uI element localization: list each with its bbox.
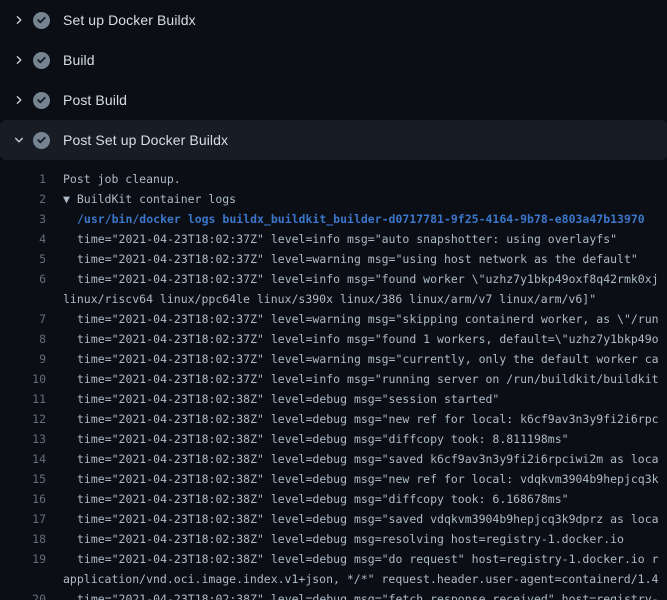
log-line: 10time="2021-04-23T18:02:37Z" level=info… — [0, 369, 667, 389]
log-line: linux/riscv64 linux/ppc64le linux/s390x … — [0, 289, 667, 309]
chevron-right-icon[interactable] — [10, 12, 28, 28]
log-line: 15time="2021-04-23T18:02:38Z" level=debu… — [0, 469, 667, 489]
log-text: application/vnd.oci.image.index.v1+json,… — [46, 569, 658, 589]
line-number[interactable]: 8 — [0, 329, 46, 349]
line-number[interactable]: 4 — [0, 229, 46, 249]
command-text: /usr/bin/docker logs buildx_buildkit_bui… — [46, 209, 645, 229]
log-text: linux/riscv64 linux/ppc64le linux/s390x … — [46, 289, 596, 309]
log-line: 13time="2021-04-23T18:02:38Z" level=debu… — [0, 429, 667, 449]
log-line: 1Post job cleanup. — [0, 169, 667, 189]
log-text: time="2021-04-23T18:02:38Z" level=debug … — [46, 509, 659, 529]
log-text: time="2021-04-23T18:02:37Z" level=warnin… — [46, 249, 638, 269]
line-number[interactable]: 15 — [0, 469, 46, 489]
log-line: 3/usr/bin/docker logs buildx_buildkit_bu… — [0, 209, 667, 229]
step-label: Post Set up Docker Buildx — [63, 132, 228, 148]
line-number[interactable]: 13 — [0, 429, 46, 449]
log-line: 4time="2021-04-23T18:02:37Z" level=info … — [0, 229, 667, 249]
log-line: 11time="2021-04-23T18:02:38Z" level=debu… — [0, 389, 667, 409]
log-line: 7time="2021-04-23T18:02:37Z" level=warni… — [0, 309, 667, 329]
line-number[interactable]: 6 — [0, 269, 46, 289]
chevron-right-icon[interactable] — [10, 92, 28, 108]
log-text: time="2021-04-23T18:02:38Z" level=debug … — [46, 389, 499, 409]
log-text: time="2021-04-23T18:02:38Z" level=debug … — [46, 489, 569, 509]
line-number[interactable]: 1 — [0, 169, 46, 189]
check-circle-icon — [33, 52, 50, 69]
line-number[interactable]: 17 — [0, 509, 46, 529]
line-number[interactable]: 7 — [0, 309, 46, 329]
line-number[interactable]: 14 — [0, 449, 46, 469]
log-text: time="2021-04-23T18:02:38Z" level=debug … — [46, 589, 659, 600]
log-area: 1Post job cleanup.2▼ BuildKit container … — [0, 160, 667, 600]
line-number[interactable]: 18 — [0, 529, 46, 549]
line-number — [0, 569, 46, 589]
check-circle-icon — [33, 12, 50, 29]
line-number[interactable]: 20 — [0, 589, 46, 600]
log-text: time="2021-04-23T18:02:37Z" level=warnin… — [46, 309, 659, 329]
log-line: 20time="2021-04-23T18:02:38Z" level=debu… — [0, 589, 667, 600]
step-label: Set up Docker Buildx — [63, 12, 196, 28]
check-circle-icon — [33, 132, 50, 149]
log-text: time="2021-04-23T18:02:37Z" level=info m… — [46, 329, 659, 349]
line-number[interactable]: 9 — [0, 349, 46, 369]
chevron-down-icon[interactable] — [10, 132, 28, 148]
log-line: 14time="2021-04-23T18:02:38Z" level=debu… — [0, 449, 667, 469]
line-number[interactable]: 2 — [0, 189, 46, 209]
steps-list: Set up Docker Buildx Build Post Build Post … — [0, 0, 667, 160]
log-line: 6time="2021-04-23T18:02:37Z" level=info … — [0, 269, 667, 289]
log-text: time="2021-04-23T18:02:37Z" level=info m… — [46, 269, 659, 289]
log-line: 9time="2021-04-23T18:02:37Z" level=warni… — [0, 349, 667, 369]
log-text: time="2021-04-23T18:02:38Z" level=debug … — [46, 549, 659, 569]
log-line: 16time="2021-04-23T18:02:38Z" level=debu… — [0, 489, 667, 509]
actions-log-viewer: Set up Docker Buildx Build Post Build Post … — [0, 0, 667, 600]
step-label: Build — [63, 52, 95, 68]
log-text: time="2021-04-23T18:02:38Z" level=debug … — [46, 409, 659, 429]
step-row-post-set-up-docker-buildx[interactable]: Post Set up Docker Buildx — [0, 120, 667, 160]
step-label: Post Build — [63, 92, 127, 108]
log-line: application/vnd.oci.image.index.v1+json,… — [0, 569, 667, 589]
chevron-right-icon[interactable] — [10, 52, 28, 68]
check-circle-icon — [33, 92, 50, 109]
step-row-build[interactable]: Build — [0, 40, 667, 80]
log-text: ▼ BuildKit container logs — [46, 189, 236, 209]
log-group-toggle[interactable]: 2▼ BuildKit container logs — [0, 189, 667, 209]
log-line: 17time="2021-04-23T18:02:38Z" level=debu… — [0, 509, 667, 529]
log-text: time="2021-04-23T18:02:37Z" level=info m… — [46, 369, 659, 389]
log-text: time="2021-04-23T18:02:38Z" level=debug … — [46, 469, 659, 489]
log-text: time="2021-04-23T18:02:38Z" level=debug … — [46, 449, 659, 469]
line-number[interactable]: 19 — [0, 549, 46, 569]
log-text: time="2021-04-23T18:02:38Z" level=debug … — [46, 429, 569, 449]
log-line: 12time="2021-04-23T18:02:38Z" level=debu… — [0, 409, 667, 429]
step-row-post-build[interactable]: Post Build — [0, 80, 667, 120]
log-text: time="2021-04-23T18:02:38Z" level=debug … — [46, 529, 624, 549]
line-number[interactable]: 12 — [0, 409, 46, 429]
line-number[interactable]: 11 — [0, 389, 46, 409]
log-line: 5time="2021-04-23T18:02:37Z" level=warni… — [0, 249, 667, 269]
log-text: Post job cleanup. — [46, 169, 181, 189]
line-number[interactable]: 3 — [0, 209, 46, 229]
line-number[interactable]: 16 — [0, 489, 46, 509]
line-number — [0, 289, 46, 309]
line-number[interactable]: 10 — [0, 369, 46, 389]
log-text: time="2021-04-23T18:02:37Z" level=info m… — [46, 229, 617, 249]
step-row-set-up-docker-buildx[interactable]: Set up Docker Buildx — [0, 0, 667, 40]
log-text: time="2021-04-23T18:02:37Z" level=warnin… — [46, 349, 659, 369]
log-line: 8time="2021-04-23T18:02:37Z" level=info … — [0, 329, 667, 349]
log-line: 18time="2021-04-23T18:02:38Z" level=debu… — [0, 529, 667, 549]
line-number[interactable]: 5 — [0, 249, 46, 269]
log-line: 19time="2021-04-23T18:02:38Z" level=debu… — [0, 549, 667, 569]
